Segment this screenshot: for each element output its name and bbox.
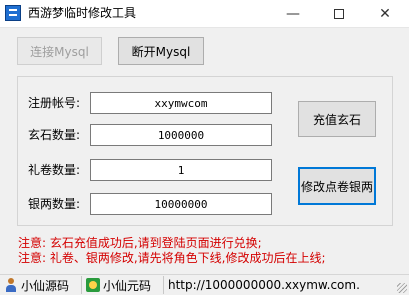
xuanshi-label: 玄石数量: [28, 128, 81, 142]
modify-points-button[interactable]: 修改点卷银两 [298, 167, 376, 205]
status-panel-3[interactable]: http://1000000000.xxymw.com. [166, 276, 396, 294]
app-icon [5, 5, 21, 21]
yinliang-field[interactable] [90, 193, 272, 215]
resize-grip-icon[interactable] [397, 283, 407, 293]
minimize-button[interactable]: — [270, 0, 316, 28]
status-url-link[interactable]: http://1000000000.xxymw.com. [168, 278, 360, 292]
disconnect-mysql-button[interactable]: 断开Mysql [118, 37, 204, 65]
connect-mysql-button[interactable]: 连接Mysql [17, 37, 102, 65]
status-bar: 小仙源码 小仙元码 http://1000000000.xxymw.com. [0, 274, 409, 295]
close-button[interactable]: ✕ [362, 0, 408, 28]
person-icon [4, 278, 18, 292]
account-field[interactable] [90, 92, 272, 114]
status-panel-2-text: 小仙元码 [103, 278, 152, 293]
title-bar: 西游梦临时修改工具 — ✕ [0, 0, 409, 28]
note-line-2: 注意: 礼卷、银两修改,请先将角色下线,修改成功后在上线; [18, 251, 326, 265]
account-label: 注册帐号: [28, 96, 81, 110]
web-icon [86, 278, 100, 292]
maximize-button[interactable] [316, 0, 362, 28]
window-title: 西游梦临时修改工具 [28, 6, 137, 20]
lijuan-label: 礼卷数量: [28, 163, 81, 177]
maximize-icon [334, 9, 344, 19]
note-line-1: 注意: 玄石充值成功后,请到登陆页面进行兑换; [18, 236, 262, 250]
yinliang-label: 银两数量: [28, 197, 81, 211]
status-panel-1-text: 小仙源码 [21, 278, 70, 293]
xuanshi-field[interactable] [90, 124, 272, 146]
recharge-xuanshi-button[interactable]: 充值玄石 [298, 101, 376, 137]
lijuan-field[interactable] [90, 159, 272, 181]
status-panel-2: 小仙元码 [84, 276, 164, 294]
status-panel-1: 小仙源码 [2, 276, 82, 294]
